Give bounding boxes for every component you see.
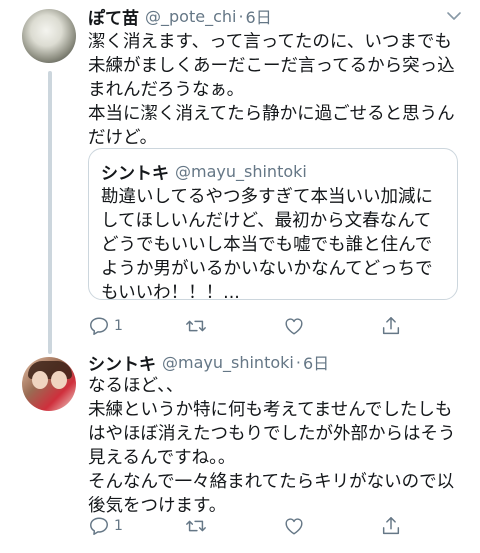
tweet-text: 潔く消えます、って言ってたのに、いつまでも未練がましくあーだこーだ言ってるから突… — [88, 30, 460, 150]
display-name[interactable]: ぽて苗 — [88, 4, 139, 29]
tweet-header: シントキ @mayu_shintoki · 6日 — [88, 349, 329, 375]
reply-icon — [90, 317, 108, 335]
avatar[interactable] — [22, 357, 76, 411]
reply-count: 1 — [114, 518, 123, 534]
tweet-actions: 1 — [88, 315, 408, 339]
like-button[interactable] — [283, 515, 305, 537]
retweet-icon — [186, 520, 206, 532]
tweet-text: なるほど、、 未練というか特に何も考えてませんでしたしもはやほぼ消えたつもりでし… — [88, 374, 460, 518]
username[interactable]: @_pote_chi — [145, 7, 236, 26]
retweet-icon — [186, 320, 206, 332]
username[interactable]: @mayu_shintoki — [162, 353, 294, 372]
timestamp[interactable]: 6日 — [246, 4, 272, 28]
timestamp[interactable]: 6日 — [303, 350, 329, 374]
quoted-username: @mayu_shintoki — [175, 162, 307, 181]
like-button[interactable] — [283, 315, 305, 337]
tweet-text-line: なるほど、、 — [88, 376, 184, 396]
reply-icon — [90, 517, 108, 535]
separator-dot: · — [238, 6, 244, 26]
avatar-face — [51, 371, 67, 389]
retweet-button[interactable] — [185, 315, 207, 337]
chevron-down-icon[interactable] — [446, 8, 462, 24]
display-name[interactable]: シントキ — [88, 350, 156, 375]
heart-icon — [285, 318, 303, 335]
thread-connector-line — [48, 71, 52, 354]
separator-dot: · — [295, 352, 301, 372]
heart-icon — [285, 518, 303, 535]
quoted-display-name: シントキ — [101, 164, 169, 184]
tweet-text-line: 潔く消えます、って言ってたのに、いつまでも未練がましくあーだこーだ言ってるから突… — [88, 32, 455, 100]
share-icon — [382, 517, 400, 535]
tweet-text-line: 未練というか特に何も考えてませんでしたしもはやほぼ消えたつもりでしたが外部からは… — [88, 400, 456, 468]
quoted-tweet[interactable]: シントキ @mayu_shintoki 勘違いしてるやつ多すぎて本当いい加減にし… — [88, 148, 458, 303]
tweet-text-line: 本当に潔く消えてたら静かに過ごせると思うんだけど。 — [88, 104, 455, 148]
retweet-button[interactable] — [185, 515, 207, 537]
tweet-text-line: そんなんで一々絡まれてたらキリがないので以後気をつけます。 — [88, 472, 455, 516]
avatar[interactable] — [22, 9, 76, 63]
quoted-tweet-text: 勘違いしてるやつ多すぎて本当いい加減にしてほしいんだけど、最初から文春なんてどう… — [101, 187, 433, 303]
share-icon — [382, 317, 400, 335]
avatar-face — [32, 371, 48, 389]
reply-button[interactable]: 1 — [88, 315, 123, 337]
quoted-tweet-header: シントキ @mayu_shintoki — [101, 159, 307, 184]
share-button[interactable] — [380, 515, 402, 537]
tweet-header: ぽて苗 @_pote_chi · 6日 — [88, 3, 272, 29]
reply-button[interactable]: 1 — [88, 515, 123, 537]
reply-count: 1 — [114, 318, 123, 334]
tweet-actions: 1 — [88, 515, 408, 539]
share-button[interactable] — [380, 315, 402, 337]
